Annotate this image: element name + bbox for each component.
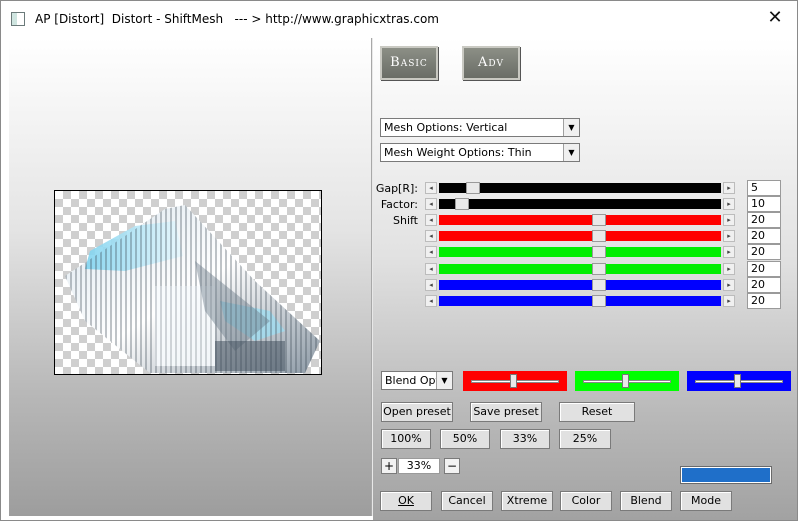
slider[interactable]: ◂ ▸ xyxy=(425,279,741,291)
chevron-down-icon: ▼ xyxy=(563,119,579,136)
mode-label: Mode xyxy=(691,494,721,507)
xtreme-label: Xtreme xyxy=(506,494,548,507)
title-bar: AP [Distort] Distort - ShiftMesh --- > h… xyxy=(1,1,797,37)
xtreme-button[interactable]: Xtreme xyxy=(501,491,553,511)
blend-slider-thumb[interactable] xyxy=(510,374,517,388)
slider[interactable]: ◂ ▸ xyxy=(425,230,741,242)
slider-left-arrow-icon[interactable]: ◂ xyxy=(425,246,437,258)
slider-value-field[interactable]: 5 xyxy=(747,180,781,196)
tab-adv[interactable]: Adv xyxy=(462,46,520,80)
blend-options-select[interactable]: Blend Options ▼ xyxy=(381,371,453,390)
slider-label: Factor: xyxy=(380,198,418,211)
slider-left-arrow-icon[interactable]: ◂ xyxy=(425,295,437,307)
mesh-options-value: Mesh Options: Vertical xyxy=(384,121,508,134)
slider-thumb[interactable] xyxy=(592,246,606,258)
mode-button[interactable]: Mode xyxy=(680,491,732,511)
zoom-25-button[interactable]: 25% xyxy=(559,429,611,449)
slider-value-field[interactable]: 20 xyxy=(747,293,781,309)
slider-right-arrow-icon[interactable]: ▸ xyxy=(723,295,735,307)
slider[interactable]: ◂ ▸ xyxy=(425,214,741,226)
color-button[interactable]: Color xyxy=(560,491,612,511)
slider-thumb[interactable] xyxy=(592,230,606,242)
zoom-in-button[interactable]: + xyxy=(381,458,397,474)
slider-left-arrow-icon[interactable]: ◂ xyxy=(425,182,437,194)
slider-right-arrow-icon[interactable]: ▸ xyxy=(723,230,735,242)
plugin-window: AP [Distort] Distort - ShiftMesh --- > h… xyxy=(0,0,798,521)
blend-slider-thumb[interactable] xyxy=(734,374,741,388)
cancel-button[interactable]: Cancel xyxy=(441,491,493,511)
slider-right-arrow-icon[interactable]: ▸ xyxy=(723,246,735,258)
mesh-weight-options-value: Mesh Weight Options: Thin xyxy=(384,146,532,159)
tab-basic[interactable]: Basic xyxy=(380,46,438,80)
slider-value-field[interactable]: 20 xyxy=(747,228,781,244)
slider-left-arrow-icon[interactable]: ◂ xyxy=(425,263,437,275)
close-icon[interactable]: ✕ xyxy=(765,7,785,29)
slider-left-arrow-icon[interactable]: ◂ xyxy=(425,279,437,291)
slider-right-arrow-icon[interactable]: ▸ xyxy=(723,182,735,194)
slider-track[interactable] xyxy=(439,246,721,258)
blend-slider[interactable] xyxy=(575,371,679,391)
app-icon xyxy=(11,12,25,26)
color-label: Color xyxy=(571,494,601,507)
ok-button[interactable]: OK xyxy=(380,491,432,511)
slider-label: Shift xyxy=(392,214,418,227)
slider-track[interactable] xyxy=(439,198,721,210)
zoom-100-button[interactable]: 100% xyxy=(381,429,431,449)
preview-pane xyxy=(9,38,371,516)
blend-button[interactable]: Blend xyxy=(620,491,672,511)
save-preset-button[interactable]: Save preset xyxy=(470,402,542,422)
slider-value-field[interactable]: 10 xyxy=(747,196,781,212)
blend-slider[interactable] xyxy=(687,371,791,391)
blend-label: Blend xyxy=(630,494,662,507)
slider-thumb[interactable] xyxy=(466,182,480,194)
slider-right-arrow-icon[interactable]: ▸ xyxy=(723,214,735,226)
zoom-33-button[interactable]: 33% xyxy=(500,429,550,449)
mesh-options-select[interactable]: Mesh Options: Vertical ▼ xyxy=(380,118,580,137)
slider[interactable]: ◂ ▸ xyxy=(425,295,741,307)
slider[interactable]: ◂ ▸ xyxy=(425,198,741,210)
slider-thumb[interactable] xyxy=(592,279,606,291)
slider-value-field[interactable]: 20 xyxy=(747,212,781,228)
slider[interactable]: ◂ ▸ xyxy=(425,246,741,258)
window-title: AP [Distort] Distort - ShiftMesh --- > h… xyxy=(35,12,439,26)
zoom-50-button[interactable]: 50% xyxy=(440,429,490,449)
preview-image xyxy=(65,205,320,373)
mesh-weight-options-select[interactable]: Mesh Weight Options: Thin ▼ xyxy=(380,143,580,162)
reset-button[interactable]: Reset xyxy=(559,402,635,422)
controls-panel: Basic Adv Mesh Options: Vertical ▼ Mesh … xyxy=(373,38,797,520)
chevron-down-icon: ▼ xyxy=(436,372,452,389)
slider[interactable]: ◂ ▸ xyxy=(425,182,741,194)
slider[interactable]: ◂ ▸ xyxy=(425,263,741,275)
slider-thumb[interactable] xyxy=(592,295,606,307)
zoom-out-button[interactable]: − xyxy=(444,458,460,474)
slider-left-arrow-icon[interactable]: ◂ xyxy=(425,198,437,210)
slider-track[interactable] xyxy=(439,279,721,291)
slider-right-arrow-icon[interactable]: ▸ xyxy=(723,198,735,210)
slider-left-arrow-icon[interactable]: ◂ xyxy=(425,214,437,226)
cancel-label: Cancel xyxy=(448,494,486,507)
slider-track[interactable] xyxy=(439,295,721,307)
blend-slider-thumb[interactable] xyxy=(622,374,629,388)
slider-left-arrow-icon[interactable]: ◂ xyxy=(425,230,437,242)
slider-value-field[interactable]: 20 xyxy=(747,277,781,293)
slider-value-field[interactable]: 20 xyxy=(747,261,781,277)
slider-track[interactable] xyxy=(439,263,721,275)
open-preset-button[interactable]: Open preset xyxy=(381,402,453,422)
slider-thumb[interactable] xyxy=(592,263,606,275)
slider-track[interactable] xyxy=(439,182,721,194)
slider-right-arrow-icon[interactable]: ▸ xyxy=(723,279,735,291)
slider-thumb[interactable] xyxy=(455,198,469,210)
slider-track[interactable] xyxy=(439,214,721,226)
slider-track[interactable] xyxy=(439,230,721,242)
slider-label: Gap[R]: xyxy=(375,182,418,195)
color-swatch[interactable] xyxy=(680,466,772,484)
zoom-level-field[interactable]: 33% xyxy=(398,458,440,474)
chevron-down-icon: ▼ xyxy=(563,144,579,161)
slider-thumb[interactable] xyxy=(592,214,606,226)
slider-right-arrow-icon[interactable]: ▸ xyxy=(723,263,735,275)
blend-slider[interactable] xyxy=(463,371,567,391)
preview-canvas[interactable] xyxy=(54,190,322,375)
slider-value-field[interactable]: 20 xyxy=(747,244,781,260)
ok-label: OK xyxy=(398,494,414,507)
